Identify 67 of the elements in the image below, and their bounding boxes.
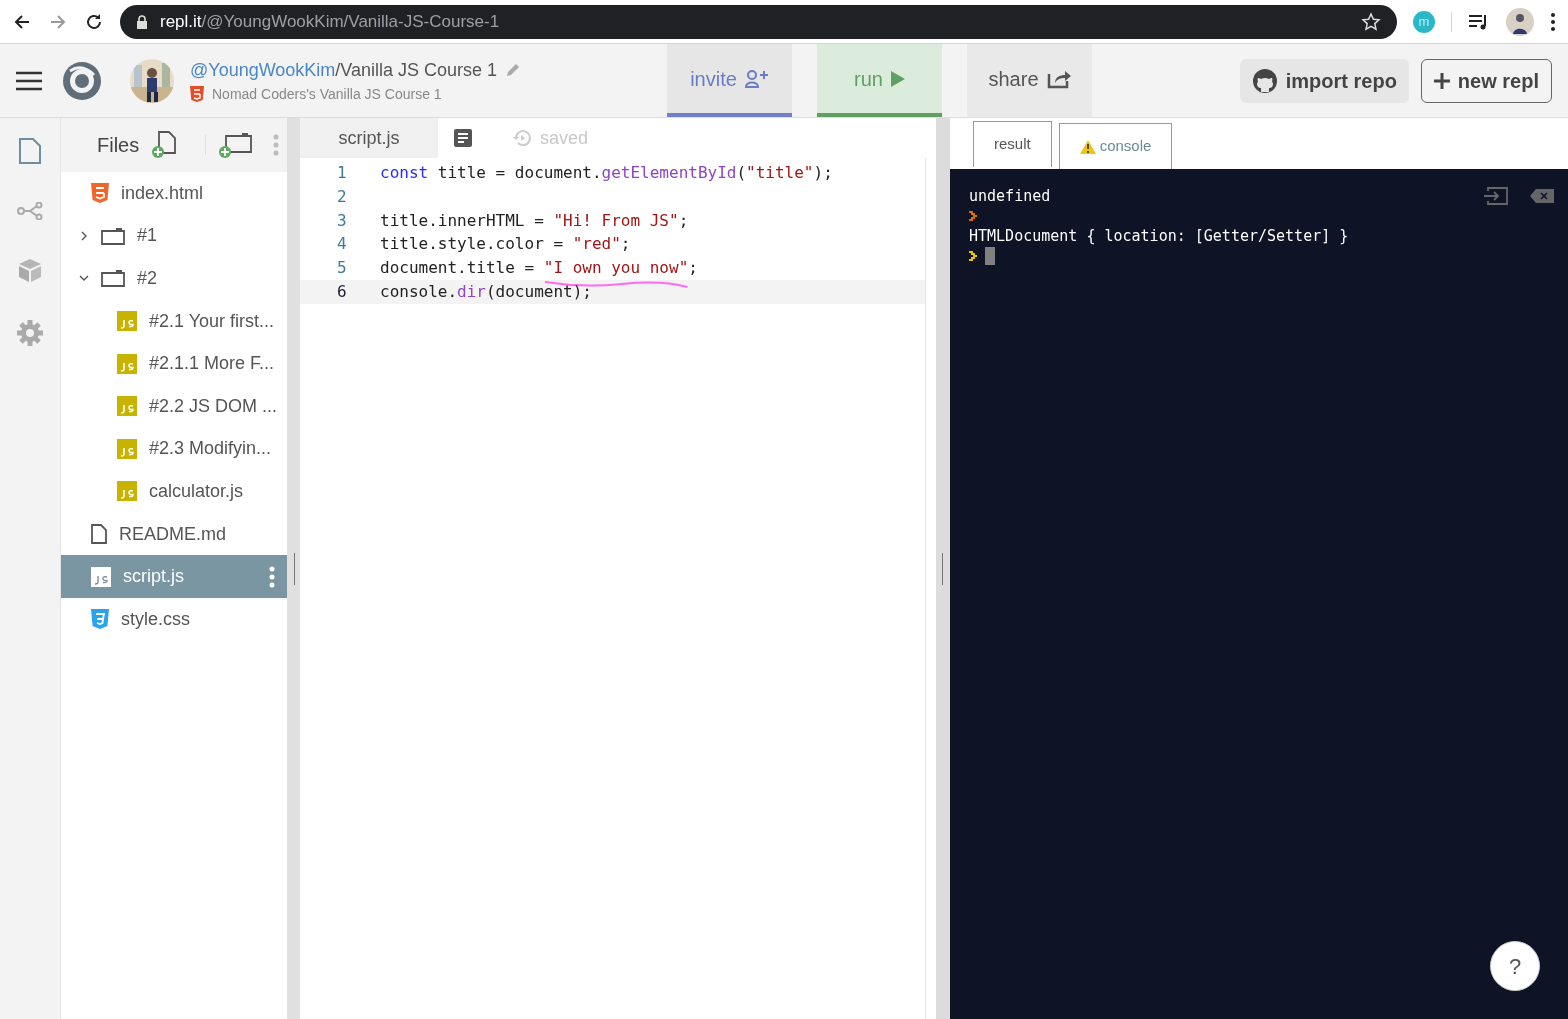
- js-file-icon: [117, 438, 137, 459]
- address-bar[interactable]: repl.it/@YoungWookKim/Vanilla-JS-Course-1: [120, 4, 1397, 39]
- code-text: title.style.color = "red";: [380, 233, 631, 256]
- logo-icon[interactable]: [62, 60, 102, 101]
- file-item[interactable]: README.md: [61, 512, 287, 556]
- code-text: document.title = "I own you now";: [380, 256, 698, 281]
- menu-icon[interactable]: [16, 70, 42, 91]
- line-number: 4: [336, 233, 348, 256]
- chevron-right-icon: [79, 230, 89, 241]
- file-item[interactable]: #2.1.1 More F...: [61, 342, 287, 385]
- js-file-icon: [117, 311, 137, 332]
- new-folder-icon[interactable]: [218, 131, 253, 159]
- console-output: undefined: [969, 185, 1051, 207]
- line-number: 6: [336, 280, 348, 303]
- document-icon: [91, 524, 107, 545]
- file-item[interactable]: #2.3 Modifyin...: [61, 427, 287, 471]
- line-number: 3: [336, 209, 348, 232]
- import-repo-button[interactable]: import repo: [1239, 58, 1409, 103]
- line-number: 2: [336, 185, 348, 208]
- plus-icon: [1433, 72, 1450, 89]
- css3-icon: [91, 609, 109, 630]
- repl-description: Nomad Coders's Vanilla JS Course 1: [212, 84, 442, 104]
- github-icon: [1251, 67, 1278, 94]
- output-tab[interactable]: result: [973, 121, 1052, 167]
- js-file-icon: [117, 481, 137, 502]
- new-file-icon[interactable]: [151, 131, 178, 159]
- folder-icon: [101, 269, 125, 288]
- profile-avatar[interactable]: [1506, 7, 1534, 36]
- add-user-icon: [744, 69, 769, 88]
- code-text: console.dir(document);: [380, 280, 592, 303]
- code-text: const title = document.getElementById("title");: [380, 161, 833, 184]
- lock-icon: [136, 14, 148, 29]
- html5-icon: [190, 86, 204, 102]
- line-number: 1: [336, 161, 348, 184]
- share-icon: [1046, 68, 1071, 89]
- html5-icon: [91, 183, 109, 204]
- code-text: title.innerHTML = "Hi! From JS";: [380, 209, 689, 232]
- console-output: HTMLDocument { location: [Getter/Setter] }: [969, 225, 1349, 247]
- history-icon: [512, 128, 532, 148]
- file-item[interactable]: #2: [61, 257, 287, 300]
- input-icon[interactable]: [1484, 187, 1508, 205]
- output-tab[interactable]: console: [1058, 123, 1173, 169]
- js-file-icon: [117, 396, 137, 417]
- star-icon: [1361, 11, 1381, 32]
- play-icon: [890, 70, 905, 87]
- repl-title: @YoungWookKim/Vanilla JS Course 1: [190, 58, 498, 82]
- file-item[interactable]: index.html: [61, 172, 287, 215]
- line-number: 5: [336, 257, 348, 280]
- share-nodes-icon[interactable]: [17, 202, 43, 220]
- file-item[interactable]: #2.2 JS DOM ...: [61, 384, 287, 428]
- file-item[interactable]: #2.1 Your first...: [61, 299, 287, 343]
- file-item[interactable]: #1: [61, 214, 287, 258]
- more-icon[interactable]: [1550, 11, 1556, 32]
- url-text: repl.it/@YoungWookKim/Vanilla-JS-Course-1: [160, 10, 501, 33]
- help-button[interactable]: ?: [1490, 941, 1540, 991]
- folder-icon: [101, 226, 125, 245]
- file-tab[interactable]: script.js: [300, 118, 438, 158]
- js-file-icon: [117, 353, 137, 374]
- files-heading: Files: [97, 133, 140, 158]
- share-button[interactable]: share: [967, 44, 1092, 117]
- file-item[interactable]: style.css: [61, 597, 287, 641]
- file-icon[interactable]: [19, 138, 41, 164]
- clear-icon[interactable]: [1530, 189, 1554, 203]
- new-repl-button[interactable]: new repl: [1420, 58, 1552, 103]
- js-file-icon: [91, 566, 111, 587]
- file-item[interactable]: calculator.js: [61, 470, 287, 513]
- format-icon[interactable]: [454, 129, 472, 147]
